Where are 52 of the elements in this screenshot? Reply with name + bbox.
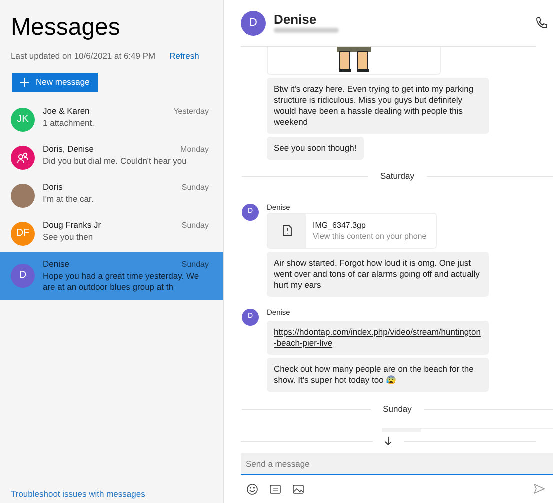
contact-name: Denise [274, 13, 318, 26]
message-link[interactable]: https://hdontap.com/index.php/video/stream/huntington-beach-pier-live [274, 327, 482, 350]
plus-icon [20, 78, 29, 87]
message-time: Monday [180, 144, 209, 155]
troubleshoot-link[interactable]: Troubleshoot issues with messages [11, 488, 146, 501]
file-name: IMG_6347.3gp [313, 220, 367, 231]
attachment-card[interactable]: IMG_6347.3gp View this content on your phone [267, 212, 437, 250]
message-bubble: Air show started. Forgot how loud it is omg. One just went over and tons of car alarms going off and actually hurt my ears [267, 252, 489, 298]
send-icon[interactable] [534, 484, 545, 494]
image-icon[interactable] [293, 484, 304, 494]
page-title: Messages [10, 13, 122, 40]
conversation-item[interactable]: Doris Sunday I'm at the car. [0, 176, 223, 214]
message-preview: I'm at the car. [43, 194, 95, 205]
new-message-button[interactable]: New message [12, 72, 98, 92]
conversation-item[interactable]: DF Doug Franks Jr Sunday See you then [0, 214, 223, 252]
message-time: Sunday [182, 258, 209, 270]
photo-placeholder [11, 184, 35, 208]
file-icon [282, 225, 292, 236]
emoji-icon[interactable] [247, 484, 258, 494]
message-time: Sunday [182, 220, 209, 231]
people-icon [17, 152, 29, 164]
last-updated-text: Last updated on 10/6/2021 at 6:49 PM [11, 50, 156, 63]
message-preview: See you then [43, 232, 94, 243]
message-time: Yesterday [174, 106, 209, 117]
message-bubble: Check out how many people are on the beach for the show. It's super hot today too 😰 [267, 358, 489, 392]
down-arrow-icon[interactable] [385, 436, 392, 446]
contact-name: Doris [43, 182, 63, 193]
message-bubble: Btw it's crazy here. Even trying to get into my parking structure is ridiculous. Miss you guys but definitely would have been a hassle dealing with people this weekend [267, 78, 489, 134]
conversation-item[interactable]: JK Joe & Karen Yesterday 1 attachment. [0, 100, 223, 138]
contact-avatar: D [241, 10, 266, 36]
contact-name: Doug Franks Jr [43, 220, 102, 231]
message-preview: Hope you had a great time yesterday. We are at an outdoor blues group at th [43, 270, 200, 293]
message-bubble: See you soon though! [267, 136, 364, 160]
contact-name: Joe & Karen [43, 106, 90, 117]
message-time: Sunday [182, 182, 209, 193]
avatar: DF [11, 222, 35, 246]
avatar: JK [11, 108, 35, 132]
contact-name: Doris, Denise [43, 144, 94, 155]
refresh-link[interactable]: Refresh [170, 50, 200, 63]
message-preview: 1 attachment. [43, 118, 96, 129]
avatar: D [11, 264, 35, 288]
phone-icon[interactable] [536, 17, 548, 29]
message-preview: Did you but dial me. Couldn't hear you [43, 156, 188, 167]
date-divider-label: Sunday [383, 402, 412, 416]
file-note: View this content on your phone [313, 230, 427, 242]
legs-sticker-drawing [337, 47, 371, 73]
message-input-field[interactable]: Send a message [241, 453, 553, 475]
blurred-phone-number [274, 28, 339, 33]
conversation-item[interactable]: Doris, Denise Monday Did you but dial me. Couldn't hear you [0, 138, 223, 176]
date-divider-label: Saturday [380, 170, 415, 183]
conversation-item[interactable]: D Denise Sunday Hope you had a great time yesterday. We are at an outdoor blues group at th [0, 252, 223, 300]
contact-name: Denise [43, 258, 70, 270]
